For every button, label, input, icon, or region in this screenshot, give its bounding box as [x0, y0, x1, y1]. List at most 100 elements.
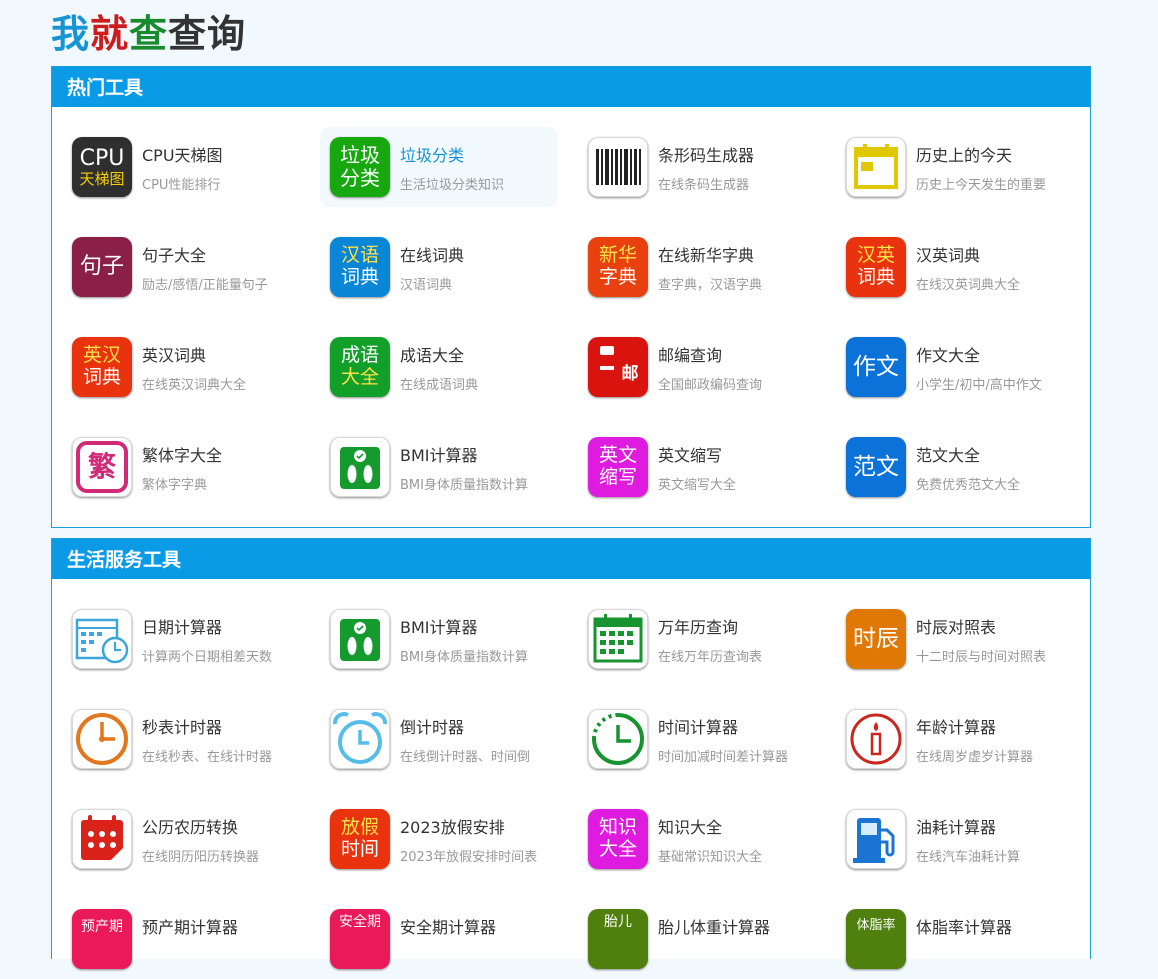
tool-desc: BMI身体质量指数计算: [400, 650, 528, 665]
tool-english-chinese[interactable]: 英汉 词典 英汉词典 在线英汉词典大全: [62, 327, 300, 407]
tool-idioms[interactable]: 成语 大全 成语大全 在线成语词典: [320, 327, 558, 407]
icon-text: 缩写: [598, 466, 637, 488]
tool-perpetual-calendar[interactable]: 万年历查询 在线万年历查询表: [578, 599, 816, 679]
icon-text: 大全: [598, 838, 637, 860]
fuel-pump-icon: [846, 809, 906, 869]
tool-history-today[interactable]: 历史上的今天 历史上今天发生的重要: [836, 127, 1074, 207]
icon-text: 大全: [340, 366, 379, 388]
tool-desc: 励志/感悟/正能量句子: [142, 278, 268, 293]
tool-due-date[interactable]: 预产期 预产期计算器: [62, 899, 300, 979]
fetal-weight-icon: 胎儿: [588, 909, 648, 969]
tool-essays[interactable]: 作文 作文大全 小学生/初中/高中作文: [836, 327, 1074, 407]
body-fat-icon: 体脂率: [846, 909, 906, 969]
date-calculator-icon: [72, 609, 132, 669]
site-logo[interactable]: 我就查查询: [51, 10, 246, 58]
tool-bmi[interactable]: BMI计算器 BMI身体质量指数计算: [320, 599, 558, 679]
tool-age-calculator[interactable]: 年龄计算器 在线周岁虚岁计算器: [836, 699, 1074, 779]
tool-desc: 免费优秀范文大全: [916, 478, 1021, 493]
tool-name: 安全期计算器: [400, 918, 497, 937]
idiom-icon: 成语 大全: [330, 337, 390, 397]
postcode-icon: 邮: [588, 337, 648, 397]
tool-holiday-2023[interactable]: 放假 时间 2023放假安排 2023年放假安排时间表: [320, 799, 558, 879]
chinese-english-icon: 汉英 词典: [846, 237, 906, 297]
tool-desc: 历史上今天发生的重要: [916, 178, 1047, 193]
tool-time-calculator[interactable]: 时间计算器 时间加减时间差计算器: [578, 699, 816, 779]
icon-text: 词典: [82, 366, 121, 388]
tool-shichen[interactable]: 时辰 时辰对照表 十二时辰与时间对照表: [836, 599, 1074, 679]
tool-desc: 在线条码生成器: [658, 178, 750, 193]
tool-body-fat[interactable]: 体脂率 体脂率计算器: [836, 899, 1074, 979]
icon-text: 分类: [340, 166, 380, 190]
tool-name: 历史上的今天: [916, 146, 1013, 165]
tool-name: 倒计时器: [400, 718, 465, 737]
tool-traditional-chars[interactable]: 繁 繁体字大全 繁体字字典: [62, 427, 300, 507]
tool-stopwatch[interactable]: 秒表计时器 在线秒表、在线计时器: [62, 699, 300, 779]
hot-tools-panel: 热门工具 CPU 天梯图 CPU天梯图 CPU性能排行 垃圾 分类 垃圾分类 生活垃…: [51, 66, 1091, 528]
tool-barcode[interactable]: 条形码生成器 在线条码生成器: [578, 127, 816, 207]
tool-abbreviations[interactable]: 英文 缩写 英文缩写 英文缩写大全: [578, 427, 816, 507]
holiday-icon: 放假 时间: [330, 809, 390, 869]
icon-text: 新华: [598, 244, 637, 267]
tool-desc: 小学生/初中/高中作文: [916, 378, 1042, 393]
tool-countdown[interactable]: 倒计时器 在线倒计时器、时间倒: [320, 699, 558, 779]
tool-name: 日期计算器: [142, 618, 223, 637]
tool-knowledge[interactable]: 知识 大全 知识大全 基础常识知识大全: [578, 799, 816, 879]
icon-text: 作文: [853, 353, 899, 380]
icon-text: 词典: [340, 266, 379, 288]
tool-garbage-sort[interactable]: 垃圾 分类 垃圾分类 生活垃圾分类知识: [320, 127, 558, 207]
tool-fuel[interactable]: 油耗计算器 在线汽车油耗计算: [836, 799, 1074, 879]
scale-icon: [330, 437, 390, 497]
tool-name: 在线词典: [400, 246, 465, 265]
age-candle-icon: [846, 709, 906, 769]
tool-desc: 生活垃圾分类知识: [400, 178, 505, 193]
tool-fetal-weight[interactable]: 胎儿 胎儿体重计算器: [578, 899, 816, 979]
tool-desc: 在线万年历查询表: [658, 650, 763, 665]
tool-desc: 基础常识知识大全: [658, 850, 763, 865]
chinese-dictionary-icon: 汉语 词典: [330, 237, 390, 297]
tool-desc: 英文缩写大全: [658, 478, 737, 493]
icon-text: 知识: [598, 816, 637, 839]
tool-sentences[interactable]: 句子 句子大全 励志/感悟/正能量句子: [62, 227, 300, 307]
tool-name: 英文缩写: [658, 446, 723, 465]
tool-cpu-ladder[interactable]: CPU 天梯图 CPU天梯图 CPU性能排行: [62, 127, 300, 207]
tool-desc: 在线秒表、在线计时器: [142, 750, 273, 765]
tool-lunar-solar[interactable]: 公历农历转换 在线阴历阳历转换器: [62, 799, 300, 879]
time-calculator-icon: [588, 709, 648, 769]
icon-text: 英文: [598, 444, 637, 467]
tool-postcode[interactable]: 邮 邮编查询 全国邮政编码查询: [578, 327, 816, 407]
icon-text: 汉语: [340, 244, 379, 267]
tool-safe-period[interactable]: 安全期 安全期计算器: [320, 899, 558, 979]
icon-text: CPU: [79, 145, 125, 171]
tool-desc: 在线成语词典: [400, 378, 479, 393]
logo-char-3: 查: [129, 12, 169, 56]
tool-desc: 十二时辰与时间对照表: [916, 650, 1047, 665]
tool-name: 万年历查询: [658, 618, 739, 637]
tool-desc: BMI身体质量指数计算: [400, 478, 528, 493]
logo-char-1: 我: [51, 12, 91, 56]
tool-name: 2023放假安排: [400, 818, 505, 837]
stopwatch-icon: [72, 709, 132, 769]
tool-desc: 在线阴历阳历转换器: [142, 850, 260, 865]
tool-desc: 在线周岁虚岁计算器: [916, 750, 1034, 765]
icon-text: 词典: [856, 266, 895, 288]
tool-bmi[interactable]: BMI计算器 BMI身体质量指数计算: [320, 427, 558, 507]
essay-icon: 作文: [846, 337, 906, 397]
life-tools-panel: 生活服务工具 日期计算器 计算两个日期相差天数 BMI计算器 BMI身体质量指数…: [51, 538, 1091, 969]
tool-desc: 繁体字字典: [142, 478, 208, 493]
english-chinese-icon: 英汉 词典: [72, 337, 132, 397]
tool-online-dictionary[interactable]: 汉语 词典 在线词典 汉语词典: [320, 227, 558, 307]
tool-desc: 时间加减时间差计算器: [658, 750, 789, 765]
tool-name: 预产期计算器: [142, 918, 239, 937]
icon-text: 句子: [79, 254, 124, 280]
icon-text: 范文: [853, 453, 899, 480]
tool-name: 年龄计算器: [916, 718, 997, 737]
tool-date-calculator[interactable]: 日期计算器 计算两个日期相差天数: [62, 599, 300, 679]
tool-xinhua-dictionary[interactable]: 新华 字典 在线新华字典 查字典，汉语字典: [578, 227, 816, 307]
perpetual-calendar-icon: [588, 609, 648, 669]
tool-name: 句子大全: [142, 246, 207, 265]
tool-model-essays[interactable]: 范文 范文大全 免费优秀范文大全: [836, 427, 1074, 507]
model-essay-icon: 范文: [846, 437, 906, 497]
alarm-clock-icon: [330, 709, 390, 769]
tool-name: 胎儿体重计算器: [658, 918, 771, 937]
tool-chinese-english[interactable]: 汉英 词典 汉英词典 在线汉英词典大全: [836, 227, 1074, 307]
